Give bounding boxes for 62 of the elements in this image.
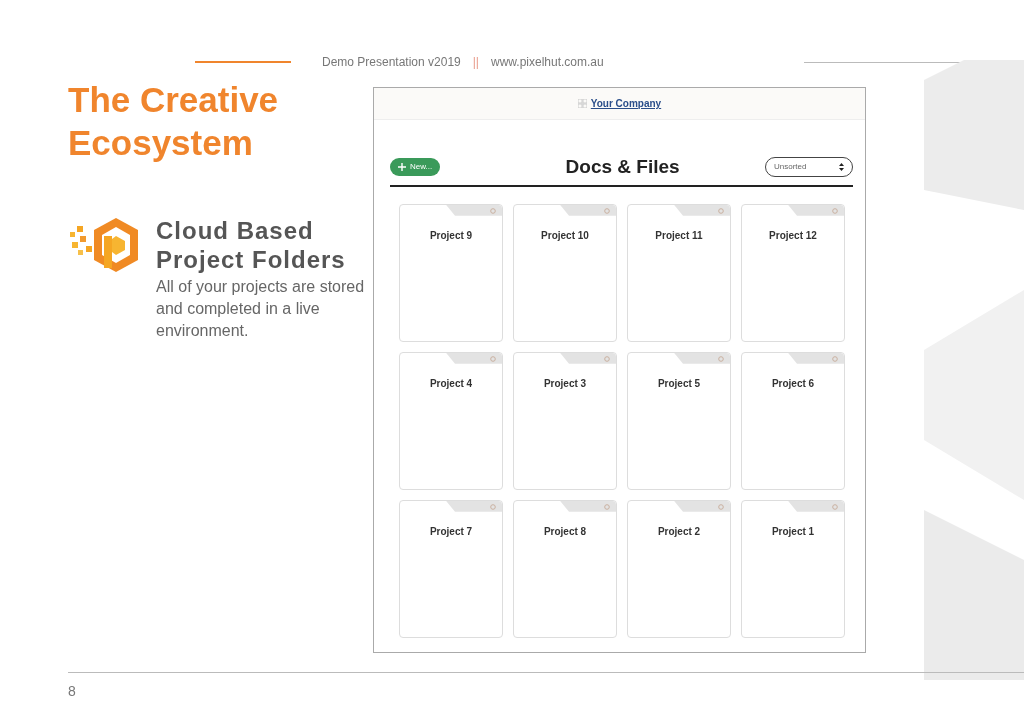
folder-name: Project 3 (542, 376, 588, 391)
folder-card[interactable]: Project 9 (399, 203, 503, 342)
plus-icon (398, 163, 406, 172)
folder-card[interactable]: Project 2 (627, 499, 731, 638)
folder-tab (446, 352, 502, 364)
circle-icon (604, 207, 610, 214)
sort-dropdown[interactable]: Unsorted (765, 157, 853, 178)
folder-name: Project 6 (770, 376, 816, 391)
folder-card[interactable]: Project 3 (513, 351, 617, 490)
circle-icon (832, 207, 838, 214)
slide-heading: The Creative Ecosystem (68, 79, 280, 164)
folder-card[interactable]: Project 5 (627, 351, 731, 490)
folder-tab (560, 500, 616, 512)
folder-name: Project 4 (428, 376, 474, 391)
feature-title: Cloud Based Project Folders (156, 216, 347, 274)
folder-tab (674, 352, 730, 364)
folder-card[interactable]: Project 4 (399, 351, 503, 490)
folder-card[interactable]: Project 6 (741, 351, 845, 490)
circle-icon (832, 503, 838, 510)
circle-icon (718, 207, 724, 214)
folder-card[interactable]: Project 10 (513, 203, 617, 342)
website-text: www.pixelhut.com.au (491, 54, 604, 71)
folder-name: Project 10 (540, 228, 590, 243)
folder-tab (674, 500, 730, 512)
folder-name: Project 1 (770, 524, 816, 539)
presentation-title: Demo Presentation v2019 (322, 54, 461, 71)
folder-tab (788, 500, 844, 512)
folder-card[interactable]: Project 8 (513, 499, 617, 638)
folder-tab (674, 204, 730, 216)
sort-arrows-icon (839, 163, 844, 172)
feature-description: All of your projects are stored and completed in a live environment. (156, 277, 366, 341)
folder-card[interactable]: Project 11 (627, 203, 731, 342)
folder-name: Project 11 (654, 228, 704, 243)
folder-tab (788, 204, 844, 216)
circle-icon (718, 503, 724, 510)
circle-icon (832, 355, 838, 362)
separator-text: || (472, 54, 479, 71)
folder-name: Project 5 (656, 376, 702, 391)
new-button[interactable]: New... (390, 158, 441, 177)
circle-icon (490, 355, 496, 362)
folder-card[interactable]: Project 12 (741, 203, 845, 342)
folder-name: Project 8 (542, 524, 588, 539)
page-number: 8 (68, 682, 76, 701)
folder-tab (788, 352, 844, 364)
circle-icon (490, 503, 496, 510)
folder-tab (446, 204, 502, 216)
folder-name: Project 7 (428, 524, 474, 539)
folder-name: Project 9 (428, 228, 474, 243)
folder-name: Project 12 (768, 228, 818, 243)
folder-card[interactable]: Project 1 (741, 499, 845, 638)
folder-name: Project 2 (656, 524, 702, 539)
folder-tab (446, 500, 502, 512)
grid-icon (577, 99, 587, 108)
circle-icon (604, 503, 610, 510)
folder-card[interactable]: Project 7 (399, 499, 503, 638)
folder-tab (560, 204, 616, 216)
folder-tab (560, 352, 616, 364)
circle-icon (604, 355, 610, 362)
circle-icon (490, 207, 496, 214)
page-title: Docs & Files (565, 156, 680, 179)
company-link[interactable]: Your Company (590, 96, 662, 111)
circle-icon (718, 355, 724, 362)
